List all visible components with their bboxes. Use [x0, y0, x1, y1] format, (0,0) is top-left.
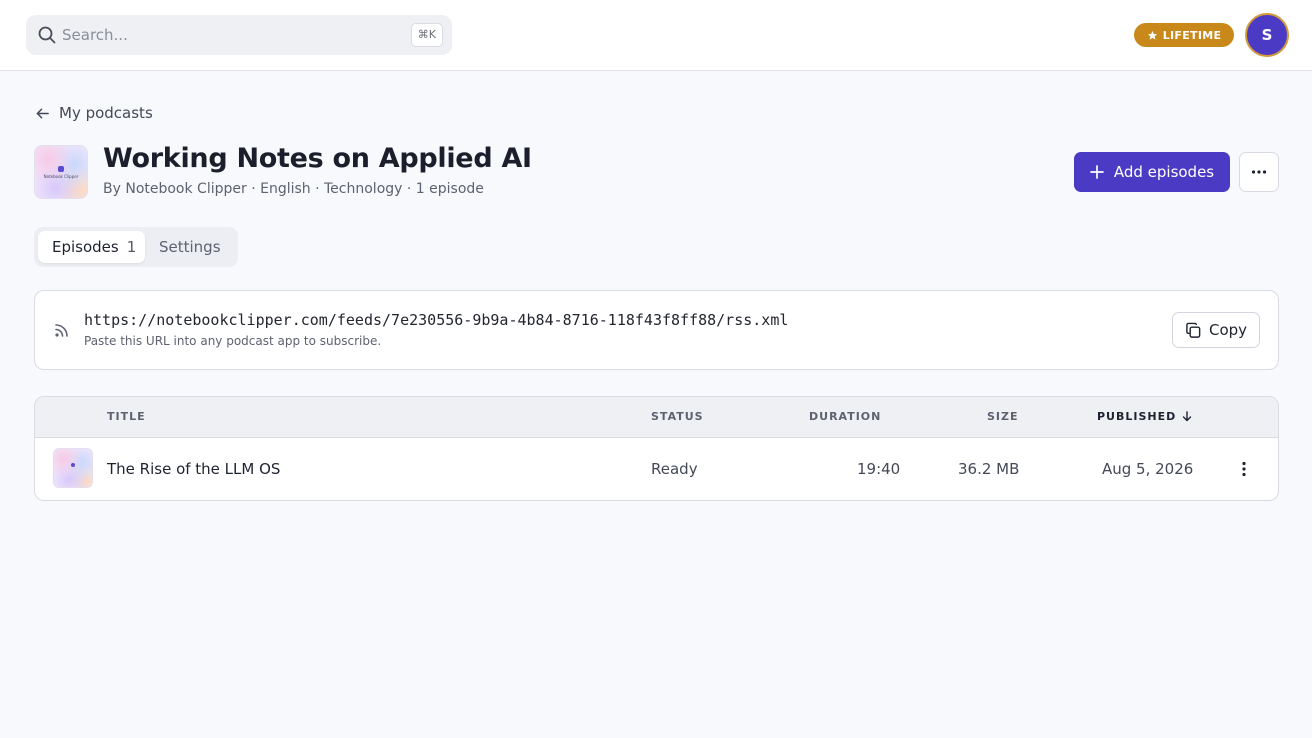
podcast-meta: By Notebook Clipper · English · Technolo…	[103, 181, 484, 197]
search-icon	[38, 26, 56, 44]
rss-feed-card: https://notebookclipper.com/feeds/7e2305…	[34, 290, 1279, 370]
more-options-button[interactable]	[1239, 152, 1279, 192]
search-box[interactable]: Search... ⌘K	[26, 15, 452, 55]
rss-feed-url[interactable]: https://notebookclipper.com/feeds/7e2305…	[84, 311, 788, 329]
table-header: TITLE STATUS DURATION SIZE PUBLISHED	[35, 397, 1278, 438]
episode-status: Ready	[651, 460, 698, 478]
episode-published: Aug 5, 2026	[1102, 460, 1194, 478]
table-row[interactable]: The Rise of the LLM OS Ready 19:40 36.2 …	[35, 438, 1278, 500]
column-title[interactable]: TITLE	[107, 410, 146, 423]
tab-episodes[interactable]: Episodes 1	[38, 231, 145, 263]
page-title: Working Notes on Applied AI	[103, 143, 532, 174]
rss-feed-hint: Paste this URL into any podcast app to s…	[84, 334, 382, 348]
lifetime-badge-label: LIFETIME	[1162, 28, 1222, 42]
column-status[interactable]: STATUS	[651, 410, 704, 423]
cover-logo-icon	[71, 463, 75, 468]
arrow-left-icon	[36, 108, 49, 118]
top-bar: Search... ⌘K LIFETIME S	[0, 0, 1312, 71]
episodes-table: TITLE STATUS DURATION SIZE PUBLISHED The…	[34, 396, 1279, 501]
search-input[interactable]: Search...	[62, 26, 128, 44]
more-horizontal-icon	[1251, 170, 1267, 174]
avatar[interactable]: S	[1245, 13, 1289, 57]
plus-icon	[1089, 165, 1104, 179]
search-shortcut-hint: ⌘K	[410, 23, 443, 47]
cover-logo-icon	[58, 165, 64, 172]
tab-bar: Episodes 1 Settings	[34, 227, 238, 267]
copy-button-label: Copy	[1208, 321, 1248, 339]
podcast-cover: Notebook Clipper	[34, 145, 88, 199]
episode-duration: 19:40	[857, 460, 901, 478]
tab-episodes-label: Episodes	[52, 238, 119, 256]
avatar-initial: S	[1261, 26, 1273, 44]
copy-url-button[interactable]: Copy	[1172, 312, 1260, 348]
episode-title[interactable]: The Rise of the LLM OS	[107, 460, 280, 478]
arrow-down-icon	[1183, 411, 1192, 422]
tab-episodes-count: 1	[126, 238, 137, 256]
more-vertical-icon	[1242, 461, 1246, 477]
column-duration[interactable]: DURATION	[809, 410, 881, 423]
star-icon	[1147, 30, 1157, 40]
copy-icon	[1186, 322, 1201, 338]
lifetime-badge: LIFETIME	[1134, 23, 1234, 47]
tab-settings[interactable]: Settings	[159, 231, 221, 263]
back-link-label: My podcasts	[59, 104, 153, 122]
row-more-button[interactable]	[1235, 459, 1253, 479]
cover-text: Notebook Clipper	[43, 174, 79, 180]
episode-cover	[53, 448, 93, 488]
back-link[interactable]: My podcasts	[35, 102, 153, 124]
column-published[interactable]: PUBLISHED	[1097, 410, 1192, 423]
add-episodes-button[interactable]: Add episodes	[1074, 152, 1230, 192]
rss-icon	[55, 324, 68, 337]
column-size[interactable]: SIZE	[987, 410, 1019, 423]
add-episodes-label: Add episodes	[1113, 163, 1215, 181]
episode-size: 36.2 MB	[958, 460, 1020, 478]
column-published-label: PUBLISHED	[1097, 410, 1177, 423]
